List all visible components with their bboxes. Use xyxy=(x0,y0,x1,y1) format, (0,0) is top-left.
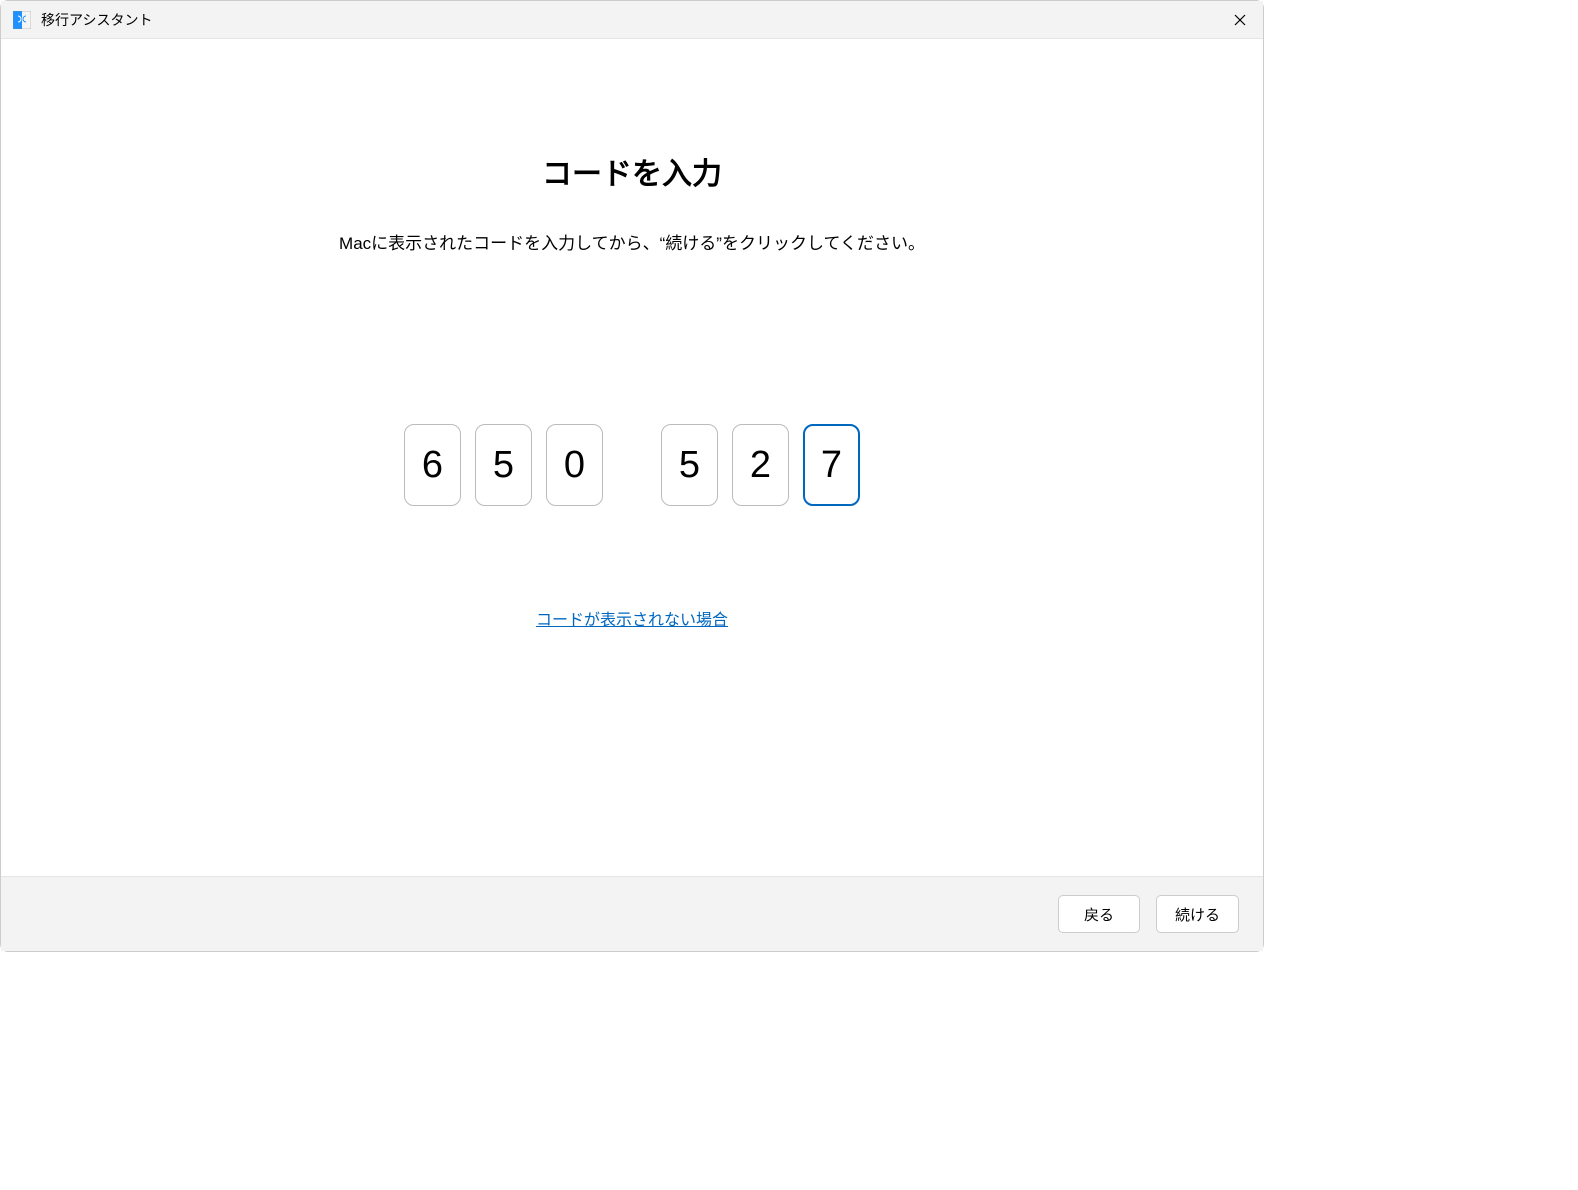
window-title: 移行アシスタント xyxy=(41,10,152,30)
help-link[interactable]: コードが表示されない場合 xyxy=(536,606,728,630)
main-content: コードを入力 Macに表示されたコードを入力してから、“続ける”をクリックしてく… xyxy=(1,39,1263,876)
code-digit-4[interactable] xyxy=(661,424,718,506)
instruction-text: Macに表示されたコードを入力してから、“続ける”をクリックしてください。 xyxy=(339,229,925,254)
app-icon xyxy=(13,11,31,29)
code-group-separator xyxy=(617,424,647,506)
code-digit-2[interactable] xyxy=(475,424,532,506)
close-button[interactable] xyxy=(1217,1,1263,39)
code-digit-3[interactable] xyxy=(546,424,603,506)
continue-button[interactable]: 続ける xyxy=(1156,895,1239,933)
code-input-group xyxy=(404,424,860,506)
back-button[interactable]: 戻る xyxy=(1058,895,1140,933)
code-digit-6[interactable] xyxy=(803,424,860,506)
code-digit-5[interactable] xyxy=(732,424,789,506)
footer: 戻る 続ける xyxy=(1,876,1263,951)
code-digit-1[interactable] xyxy=(404,424,461,506)
page-heading: コードを入力 xyxy=(542,149,722,193)
titlebar: 移行アシスタント xyxy=(1,1,1263,39)
